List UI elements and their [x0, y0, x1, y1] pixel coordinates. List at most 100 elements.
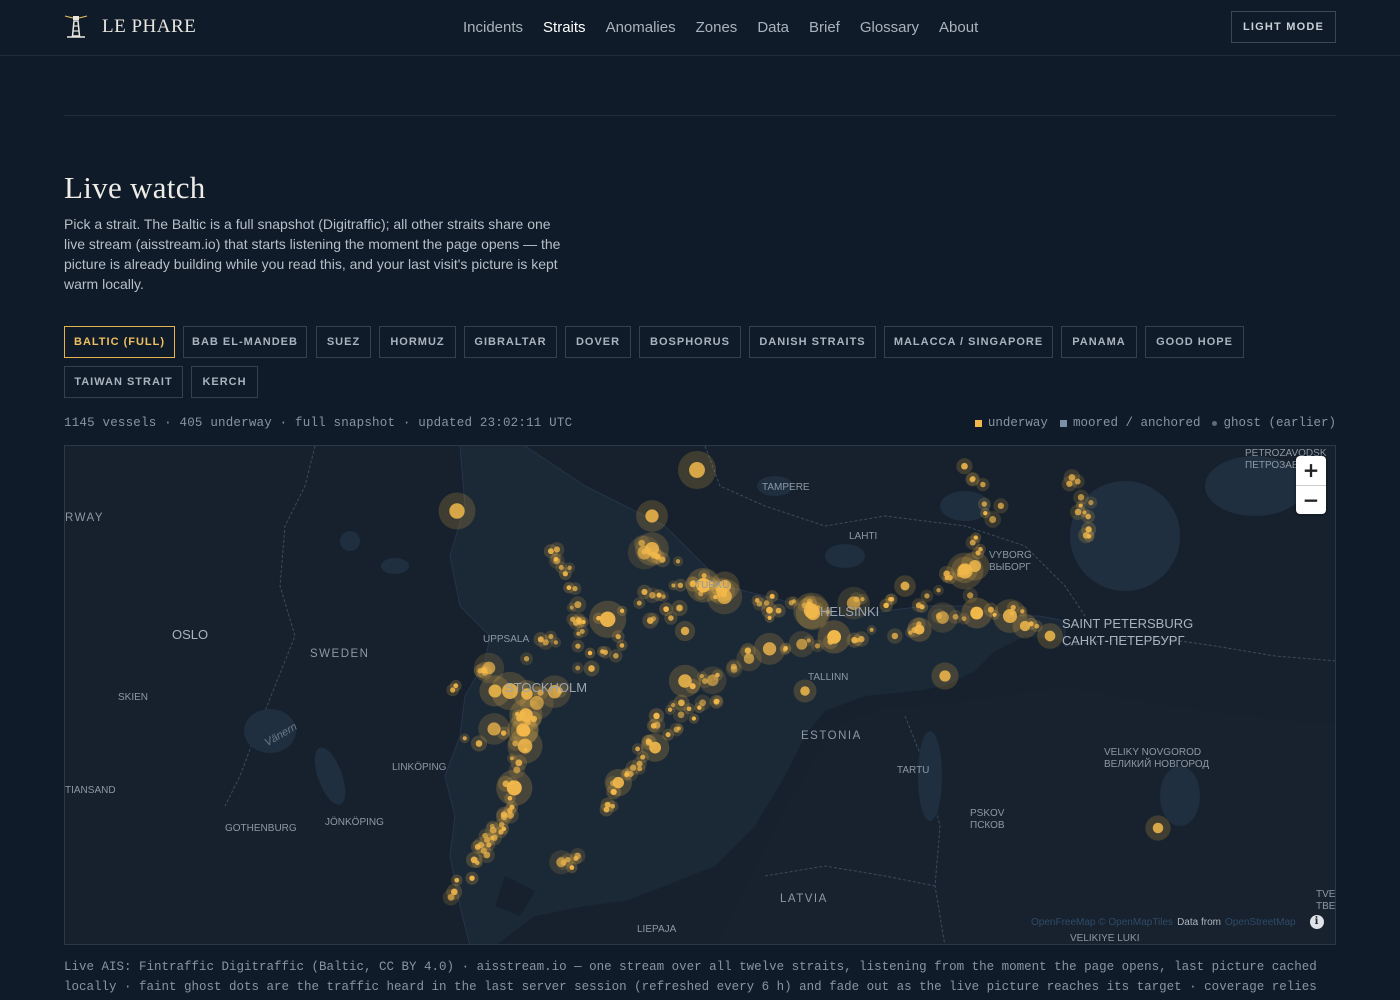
vessel-dot[interactable] [506, 780, 522, 796]
strait-chip-bab-el-mandeb[interactable]: BAB EL-MANDEB [183, 326, 307, 358]
vessel-dot[interactable] [989, 516, 997, 523]
attribution-openfreemap[interactable]: OpenFreeMap © OpenMapTiles [1031, 917, 1173, 928]
vessel-dot[interactable] [1152, 822, 1164, 834]
vessel-dot[interactable] [556, 857, 567, 868]
strait-chip-suez[interactable]: SUEZ [316, 326, 371, 358]
vessel-dot[interactable] [500, 730, 507, 736]
vessel-dot[interactable] [587, 650, 593, 656]
vessel-dot[interactable] [475, 740, 483, 747]
vessel-dot[interactable] [609, 780, 616, 787]
vessel-dot[interactable] [644, 541, 660, 557]
strait-chip-hormuz[interactable]: HORMUZ [379, 326, 456, 358]
vessel-dot[interactable] [782, 647, 788, 652]
vessel-dot[interactable] [519, 711, 526, 717]
nav-brief[interactable]: Brief [809, 19, 840, 36]
vessel-dot[interactable] [978, 547, 983, 552]
vessel-dot[interactable] [796, 638, 808, 650]
nav-zones[interactable]: Zones [696, 19, 738, 36]
map-canvas[interactable]: RWAY OSLO SWEDEN SKIEN Vänern TIANSAND G… [65, 446, 1336, 945]
vessel-dot[interactable] [542, 639, 549, 646]
vessel-dot[interactable] [936, 611, 949, 624]
light-mode-button[interactable]: LIGHT MODE [1231, 11, 1336, 43]
vessel-dot[interactable] [970, 606, 984, 620]
vessel-dot[interactable] [715, 672, 720, 678]
vessel-dot[interactable] [454, 877, 460, 883]
vessel-map[interactable]: RWAY OSLO SWEDEN SKIEN Vänern TIANSAND G… [64, 445, 1336, 945]
vessel-dot[interactable] [668, 615, 674, 621]
vessel-dot[interactable] [677, 711, 685, 719]
vessel-dot[interactable] [678, 699, 685, 707]
vessel-dot[interactable] [615, 633, 621, 640]
vessel-dot[interactable] [653, 721, 661, 729]
vessel-dot[interactable] [997, 502, 1005, 510]
vessel-dot[interactable] [462, 736, 467, 741]
vessel-dot[interactable] [961, 462, 968, 470]
vessel-dot[interactable] [680, 626, 690, 636]
strait-chip-baltic[interactable]: BALTIC (FULL) [64, 326, 175, 358]
strait-chip-kerch[interactable]: KERCH [191, 366, 258, 398]
vessel-dot[interactable] [523, 656, 530, 662]
vessel-dot[interactable] [766, 606, 773, 614]
vessel-dot[interactable] [449, 503, 465, 519]
strait-chip-bosphorus[interactable]: BOSPHORUS [639, 326, 741, 358]
vessel-dot[interactable] [575, 665, 581, 671]
vessel-dot[interactable] [677, 582, 684, 589]
vessel-dot[interactable] [489, 823, 495, 829]
vessel-dot[interactable] [665, 732, 671, 738]
vessel-dot[interactable] [625, 770, 630, 776]
vessel-dot[interactable] [477, 841, 484, 849]
nav-about[interactable]: About [939, 19, 978, 36]
vessel-dot[interactable] [553, 556, 559, 562]
vessel-dot[interactable] [588, 665, 595, 672]
vessel-dot[interactable] [800, 686, 810, 696]
vessel-dot[interactable] [914, 624, 925, 635]
vessel-dot[interactable] [1082, 510, 1087, 515]
vessel-dot[interactable] [754, 598, 760, 603]
vessel-dot[interactable] [656, 592, 662, 598]
vessel-dot[interactable] [730, 663, 737, 670]
vessel-dot[interactable] [678, 674, 692, 688]
nav-anomalies[interactable]: Anomalies [606, 19, 676, 36]
vessel-dot[interactable] [869, 627, 874, 632]
vessel-dot[interactable] [915, 602, 922, 609]
vessel-dot[interactable] [983, 510, 988, 516]
nav-glossary[interactable]: Glossary [860, 19, 919, 36]
vessel-dot[interactable] [936, 588, 941, 593]
vessel-dot[interactable] [1077, 494, 1085, 501]
vessel-dot[interactable] [889, 596, 895, 602]
vessel-dot[interactable] [1044, 630, 1056, 642]
vessel-dot[interactable] [576, 631, 581, 636]
vessel-dot[interactable] [602, 649, 608, 655]
vessel-dot[interactable] [636, 600, 642, 606]
brand[interactable]: LE PHARE [64, 14, 196, 40]
vessel-dot[interactable] [924, 593, 930, 599]
vessel-dot[interactable] [900, 581, 910, 591]
vessel-dot[interactable] [715, 698, 720, 704]
vessel-dot[interactable] [699, 699, 707, 707]
vessel-dot[interactable] [596, 615, 601, 621]
vessel-dot[interactable] [891, 632, 899, 640]
vessel-dot[interactable] [1086, 534, 1092, 539]
strait-chip-good-hope[interactable]: GOOD HOPE [1145, 326, 1244, 358]
vessel-dot[interactable] [482, 661, 496, 675]
vessel-dot[interactable] [507, 808, 513, 814]
vessel-dot[interactable] [686, 706, 692, 712]
vessel-dot[interactable] [562, 571, 568, 577]
vessel-dot[interactable] [637, 766, 643, 772]
vessel-dot[interactable] [517, 738, 533, 754]
zoom-out-button[interactable]: − [1296, 485, 1326, 514]
vessel-dot[interactable] [663, 606, 669, 613]
vessel-dot[interactable] [981, 501, 988, 507]
vessel-dot[interactable] [980, 481, 986, 488]
vessel-dot[interactable] [691, 716, 697, 721]
vessel-dot[interactable] [619, 608, 625, 614]
strait-chip-dover[interactable]: DOVER [565, 326, 631, 358]
vessel-dot[interactable] [1066, 480, 1073, 487]
vessel-dot[interactable] [574, 852, 581, 860]
vessel-dot[interactable] [967, 592, 974, 599]
vessel-dot[interactable] [553, 640, 559, 645]
vessel-dot[interactable] [969, 539, 976, 546]
vessel-dot[interactable] [613, 653, 619, 659]
vessel-dot[interactable] [667, 707, 673, 712]
vessel-dot[interactable] [619, 643, 625, 648]
